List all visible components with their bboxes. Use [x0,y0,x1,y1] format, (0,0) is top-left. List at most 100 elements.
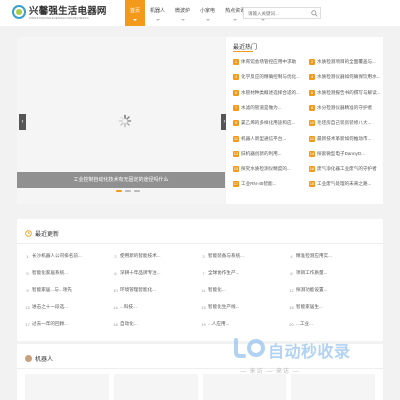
item-number: 12 [289,287,294,293]
slider-dot[interactable] [134,190,140,192]
hot-item-title: 探究水质检测仪精度的... [241,166,291,172]
hot-list-item[interactable]: 11 机器人新型通信平台... [233,134,307,144]
search-icon[interactable] [311,10,318,17]
robot-image-placeholder[interactable] [25,374,109,400]
hot-list-item[interactable]: 6 水质检测报告书的撰写与解读... [309,88,383,98]
title-underline [233,51,253,52]
item-title: ...科技... [120,304,137,309]
nav-item-label: 机器人 [150,8,166,14]
item-number: 19 [201,321,206,327]
rank-badge: 12 [309,135,315,142]
item-number: 9 [26,287,29,293]
hot-item-title: 工业废气处理的未来之路... [317,181,372,187]
logo-icon [12,4,26,19]
hot-list-item[interactable]: 12 最新技术革新如何推动市... [309,134,383,144]
robot-title: 机器人 [35,357,54,363]
hot-item-title: 工业RN-45智能... [241,181,277,187]
list-item[interactable]: 20 ...工业... [289,317,377,331]
hot-list-item[interactable]: 9 氯乙烯的多样化用途和应... [233,118,307,128]
watermark-logo-icon [234,338,265,358]
list-item[interactable]: 5 智能化家居系统... [25,266,113,280]
list-item[interactable]: 18 自动化... [113,317,201,331]
list-item[interactable]: 11 智能化... [201,283,289,297]
rank-badge: 13 [233,150,239,157]
watermark-text: 自动秒收录 [268,342,351,361]
list-item[interactable]: 7 全球协作生产... [201,266,289,280]
hot-list-item[interactable]: 15 探究水质检测仪精度的... [233,164,307,174]
item-title: 长沙机器人公司排名前... [32,253,82,258]
item-number: 6 [114,270,117,276]
hot-list-item[interactable]: 8 水分检测仪器精准的守护者 [309,103,383,113]
item-title: 智能装备与系统... [208,253,244,258]
list-item[interactable]: 10 环境管理智能化... [113,283,201,297]
caret-down-icon [180,19,185,21]
item-number: 7 [202,270,205,276]
item-title: ...工业... [296,321,313,326]
list-item[interactable]: 14 ...科技... [113,300,201,314]
caret-down-icon [155,19,160,21]
clock-icon [25,230,32,237]
list-item[interactable]: 17 过去一年的回顾... [25,317,113,331]
robot-thumb-icon [25,355,32,362]
item-number: 15 [201,304,206,310]
hot-list-item[interactable]: 18 工业废气处理的未来之路... [309,179,383,189]
list-item[interactable]: 9 智能家居...与...领先 [25,283,113,297]
site-logo[interactable]: 兴馨强生活电器网 XINGXINQIANGSHENGHUODIANQIWANG [12,3,107,20]
item-number: 5 [26,270,29,276]
item-title: 智能家居...与...领先 [32,287,72,292]
hot-list-item[interactable]: 13 旧机器创新的利用... [233,149,307,159]
slider-dot[interactable] [116,190,122,192]
list-item[interactable]: 12 探测功能设置... [289,283,377,297]
rank-badge: 10 [309,120,315,127]
nav-item[interactable]: 小家电 [195,0,220,26]
hot-list-item[interactable]: 14 探索微型电子DannyD... [309,149,383,159]
list-item[interactable]: 15 智能化生产线... [201,300,289,314]
list-item[interactable]: 3 智能装备与系统... [201,249,289,263]
list-item[interactable]: 2 使用新的智能技术... [113,249,201,263]
hot-item-title: 氯乙烯的多样化用途和应... [241,120,296,126]
item-title: 环境管理智能化... [120,287,156,292]
slider-prev-button[interactable]: ‹ [19,114,26,130]
hot-list-item[interactable]: 17 工业RN-45智能... [233,179,307,189]
rank-badge: 16 [309,166,315,173]
rank-badge: 3 [233,74,239,81]
hot-list-item[interactable]: 2 水质检测项目的全面覆盖与... [309,57,383,67]
item-number: 16 [289,304,294,310]
hot-item-title: 水滤的管道是做为... [241,104,282,110]
list-item[interactable]: 4 精准检测应用实... [289,249,377,263]
slider-caption[interactable]: 工业控制自动化技术有无固定的途径吗什么 [17,172,225,188]
hot-item-title: 水质检测项目的全面覆盖与... [317,59,376,64]
hot-list-item[interactable]: 3 化学反应的精确控制与优化... [233,72,307,82]
search-input[interactable] [244,8,304,18]
item-title: 探测功能设置... [296,287,328,292]
list-item[interactable]: 8 项目工作质量... [289,266,377,280]
nav-item-label: 小家电 [200,8,216,14]
list-item[interactable]: 13 进击之十一段选... [25,300,113,314]
rank-badge: 11 [233,135,239,142]
hot-list-item[interactable]: 16 废气净化器工业废气的守护者 [309,164,383,174]
hot-list-item[interactable]: 4 水质检测仪器如何确保饮用水... [309,72,383,82]
hot-item-title: 体育馆会场管控应用中求助 [241,59,297,64]
item-number: 4 [290,253,293,259]
item-title: 使用新的智能技术... [120,253,161,258]
robot-image-placeholder[interactable] [113,374,198,400]
hot-list-item[interactable]: 10 毛坯房自己装房装修八大... [309,118,383,128]
list-item[interactable]: 6 深耕十年品牌专注... [113,266,201,280]
list-item[interactable]: 1 长沙机器人公司排名前... [25,249,113,263]
latest-panel: 最近更新 1 长沙机器人公司排名前... 2 使用新的智能技术... 3 智能装备与系统.… [17,219,383,341]
item-number: 11 [201,287,206,293]
hot-list-item[interactable]: 1 体育馆会场管控应用中求助 [233,57,307,67]
item-title: 智能化... [208,287,226,292]
hot-list-item[interactable]: 7 水滤的管道是做为... [233,103,307,113]
list-item[interactable]: 19 ...人应用... [201,317,289,331]
hot-item-title: 水管材种类概述选择合适的... [241,89,300,95]
nav-item[interactable]: 机器人 [145,0,170,26]
list-item[interactable]: 16 智能家居生... [289,300,377,314]
rank-badge: 15 [233,166,239,173]
slider-dot[interactable] [125,190,131,192]
divider [17,243,383,244]
rank-badge: 6 [309,89,315,96]
nav-item[interactable]: 微波炉 [170,0,195,26]
nav-item[interactable]: 首页 [125,0,146,26]
hot-list-item[interactable]: 5 水管材种类概述选择合适的... [233,88,307,98]
